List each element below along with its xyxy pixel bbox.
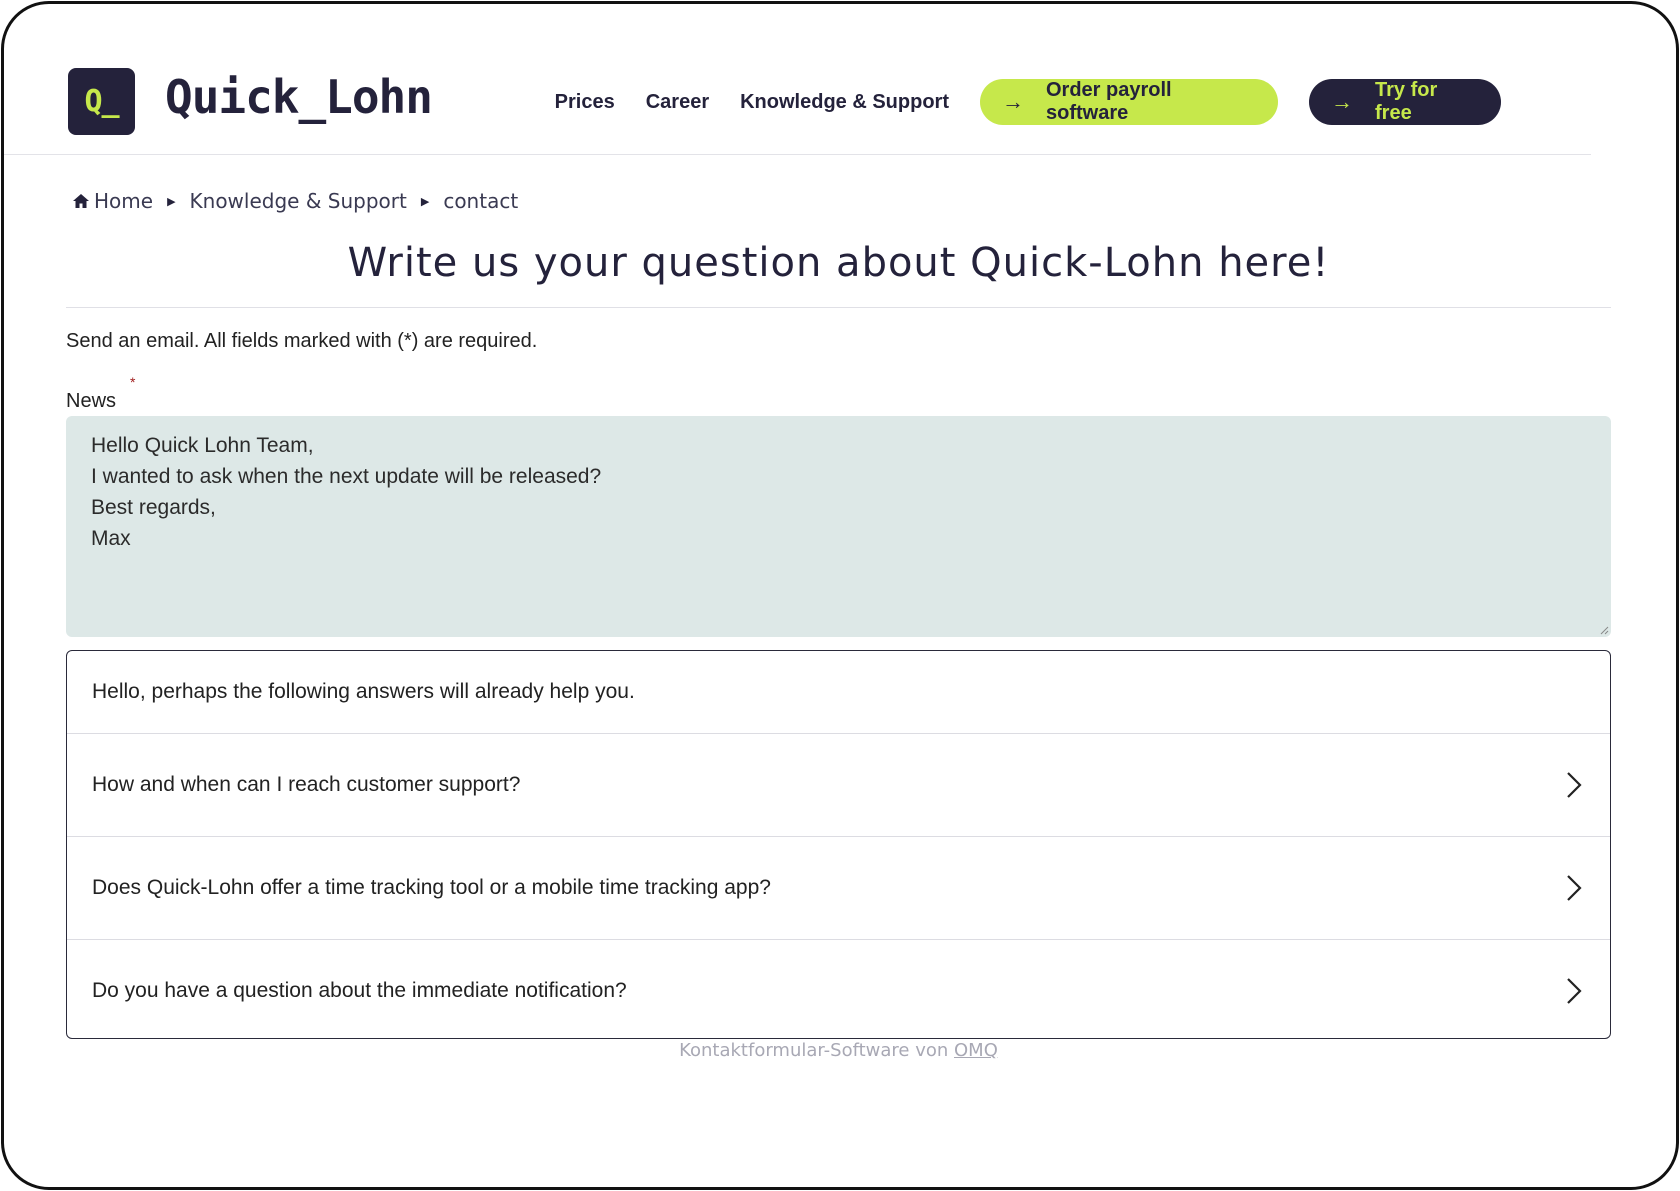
message-textarea[interactable]: Hello Quick Lohn Team, I wanted to ask w… — [66, 416, 1611, 637]
logo-mark[interactable]: Q_ — [68, 68, 135, 135]
logo-text[interactable]: Quick_Lohn — [165, 70, 433, 124]
nav-knowledge-support[interactable]: Knowledge & Support — [740, 91, 949, 114]
form-intro: Send an email. All fields marked with (*… — [66, 330, 538, 352]
powered-by-credit: Kontaktformular-Software von OMQ — [66, 1040, 1611, 1061]
faq-question: Does Quick-Lohn offer a time tracking to… — [92, 876, 771, 899]
main-nav: Prices Career Knowledge & Support → Orde… — [555, 79, 1501, 125]
required-asterisk: * — [130, 374, 136, 390]
credit-text: Kontaktformular-Software von — [679, 1040, 955, 1061]
faq-question: How and when can I reach customer suppor… — [92, 773, 521, 796]
resize-grip-icon[interactable] — [1599, 625, 1609, 635]
chevron-right-icon — [1567, 772, 1582, 798]
message-line: Max — [91, 527, 131, 550]
message-line: I wanted to ask when the next update wil… — [91, 465, 602, 488]
arrow-right-icon: → — [1002, 89, 1024, 114]
browser-frame: Q_ Quick_Lohn Prices Career Knowledge & … — [1, 1, 1679, 1190]
faq-item[interactable]: How and when can I reach customer suppor… — [67, 733, 1610, 836]
breadcrumb-contact: contact — [443, 189, 519, 213]
site-header: Q_ Quick_Lohn Prices Career Knowledge & … — [4, 4, 1591, 155]
chevron-right-icon — [1567, 978, 1582, 1004]
breadcrumb: Home ▶ Knowledge & Support ▶ contact — [72, 189, 518, 213]
faq-question: Do you have a question about the immedia… — [92, 979, 627, 1002]
arrow-right-icon: → — [1331, 89, 1353, 114]
nav-career[interactable]: Career — [646, 91, 709, 114]
message-label: News — [66, 390, 117, 412]
order-payroll-label: Order payroll software — [1046, 79, 1172, 124]
nav-prices[interactable]: Prices — [555, 91, 615, 114]
message-line: Best regards, — [91, 496, 216, 519]
caret-right-icon: ▶ — [167, 194, 176, 208]
message-line: Hello Quick Lohn Team, — [91, 434, 314, 457]
omq-link[interactable]: OMQ — [954, 1040, 998, 1061]
page-title: Write us your question about Quick-Lohn … — [347, 240, 1330, 286]
faq-suggestions: Hello, perhaps the following answers wil… — [66, 650, 1611, 1039]
try-free-label: Try for free — [1375, 79, 1438, 124]
faq-heading: Hello, perhaps the following answers wil… — [92, 680, 635, 703]
chevron-right-icon — [1567, 875, 1582, 901]
breadcrumb-knowledge-support[interactable]: Knowledge & Support — [190, 189, 407, 213]
divider — [66, 307, 1611, 308]
order-payroll-button[interactable]: → Order payroll software — [980, 79, 1278, 125]
breadcrumb-home[interactable]: Home — [94, 189, 153, 213]
caret-right-icon: ▶ — [420, 194, 430, 208]
try-free-button[interactable]: → Try for free — [1309, 79, 1501, 125]
faq-item[interactable]: Does Quick-Lohn offer a time tracking to… — [67, 836, 1610, 939]
logo-mark-text: Q_ — [84, 84, 119, 119]
faq-item[interactable]: Do you have a question about the immedia… — [67, 939, 1610, 1042]
home-icon — [73, 194, 89, 208]
